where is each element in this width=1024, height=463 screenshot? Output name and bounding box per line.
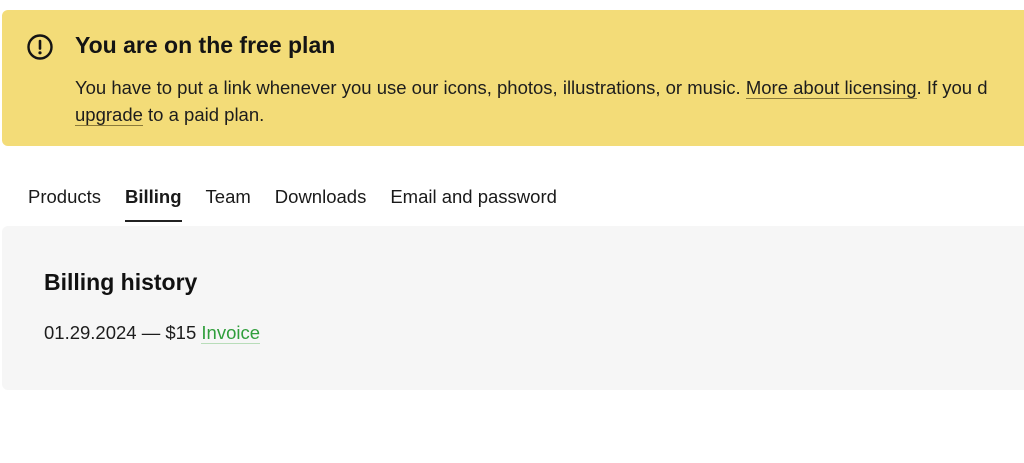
banner-text-part: . If you d bbox=[916, 77, 988, 98]
billing-date: 01.29.2024 bbox=[44, 322, 137, 343]
banner-message: You have to put a link whenever you use … bbox=[75, 74, 1024, 128]
upgrade-link[interactable]: upgrade bbox=[75, 104, 143, 126]
more-about-licensing-link[interactable]: More about licensing bbox=[745, 77, 917, 99]
banner-text-part: to a paid plan. bbox=[142, 104, 265, 125]
tab-email-and-password[interactable]: Email and password bbox=[390, 186, 557, 222]
tab-products[interactable]: Products bbox=[28, 186, 101, 222]
tab-downloads[interactable]: Downloads bbox=[275, 186, 367, 222]
billing-history-title: Billing history bbox=[44, 269, 198, 295]
exclamation-circle-icon bbox=[26, 33, 54, 61]
invoice-link[interactable]: Invoice bbox=[201, 322, 261, 344]
billing-separator: — bbox=[136, 322, 166, 343]
tab-billing[interactable]: Billing bbox=[125, 186, 182, 222]
banner-title: You are on the free plan bbox=[75, 32, 336, 58]
free-plan-banner: You are on the free plan You have to put… bbox=[2, 10, 1024, 146]
billing-history-entry: 01.29.2024 — $15 Invoice bbox=[44, 322, 261, 344]
billing-panel: Billing history 01.29.2024 — $15 Invoice bbox=[2, 226, 1024, 390]
account-tabs: Products Billing Team Downloads Email an… bbox=[28, 186, 557, 222]
tab-team[interactable]: Team bbox=[206, 186, 251, 222]
billing-amount: $15 bbox=[165, 322, 197, 343]
banner-text-part: You have to put a link whenever you use … bbox=[75, 77, 746, 98]
